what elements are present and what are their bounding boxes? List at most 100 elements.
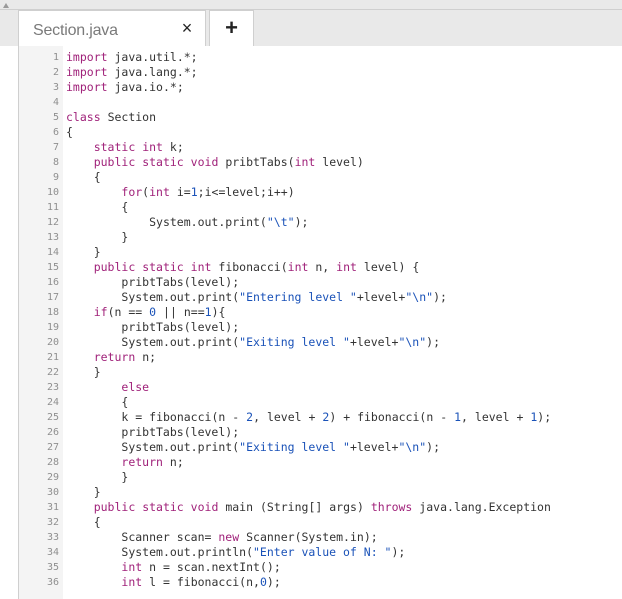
code-line[interactable]: 5 class Section (19, 110, 622, 125)
line-number: 11 (46, 202, 59, 213)
code-line-text: int l = fibonacci(n,0); (121, 575, 281, 589)
code-line[interactable]: 8 public static void pribtTabs(int level… (19, 155, 622, 170)
code-line-text: System.out.print("Exiting level "+level+… (121, 440, 440, 454)
line-number: 16 (46, 277, 59, 288)
code-line[interactable]: 13 } (19, 230, 622, 245)
code-line-text: import java.io.*; (66, 80, 184, 94)
code-line[interactable]: 1 import java.util.*; (19, 50, 622, 65)
code-line-text: { (93, 515, 101, 529)
code-line-text: public static void pribtTabs(int level) (93, 155, 364, 169)
line-number: 21 (46, 352, 59, 363)
line-number: 4 (52, 97, 59, 108)
code-line[interactable]: 21 return n; (19, 350, 622, 365)
code-line[interactable]: 33 Scanner scan= new Scanner(System.in); (19, 530, 622, 545)
code-line-text: public static void main (String[] args) … (93, 500, 551, 514)
line-number: 29 (46, 472, 59, 483)
code-line-text: { (66, 125, 73, 139)
line-number: 5 (52, 112, 59, 123)
line-number: 12 (46, 217, 59, 228)
code-line-text: Scanner scan= new Scanner(System.in); (121, 530, 378, 544)
line-number: 2 (52, 67, 59, 78)
tab-section-java[interactable]: Section.java × (18, 10, 206, 46)
line-number: 1 (52, 52, 59, 63)
line-number: 7 (52, 142, 59, 153)
line-number: 28 (46, 457, 59, 468)
tab-bar: Section.java × + (0, 0, 622, 46)
code-line[interactable]: 17 System.out.print("Entering level "+le… (19, 290, 622, 305)
code-line[interactable]: 24 { (19, 395, 622, 410)
code-line-text: System.out.print("\t"); (149, 215, 309, 229)
code-line[interactable]: 12 System.out.print("\t"); (19, 215, 622, 230)
line-number: 27 (46, 442, 59, 453)
line-number: 22 (46, 367, 59, 378)
code-line[interactable]: 7 static int k; (19, 140, 622, 155)
code-line[interactable]: 28 return n; (19, 455, 622, 470)
code-editor[interactable]: 1 import java.util.*; 2 import java.lang.*;… (18, 46, 622, 599)
code-line[interactable]: 9 { (19, 170, 622, 185)
line-number: 31 (46, 502, 59, 513)
code-line-text: return n; (121, 455, 184, 469)
line-number: 14 (46, 247, 59, 258)
code-line[interactable]: 15 public static int fibonacci(int n, in… (19, 260, 622, 275)
line-number: 6 (52, 127, 59, 138)
code-line-text: pribtTabs(level); (121, 425, 240, 439)
code-line-text: import java.util.*; (66, 50, 198, 64)
code-lines: 1 import java.util.*; 2 import java.lang.*;… (19, 50, 622, 590)
code-line-text: import java.lang.*; (66, 65, 198, 79)
code-line[interactable]: 11 { (19, 200, 622, 215)
code-line[interactable]: 35 int n = scan.nextInt(); (19, 560, 622, 575)
code-line-text: else (121, 380, 150, 394)
line-number: 26 (46, 427, 59, 438)
new-tab-button[interactable]: + (209, 10, 254, 46)
code-line-text: pribtTabs(level); (121, 275, 240, 289)
code-line-text: } (93, 245, 101, 259)
line-number: 10 (46, 187, 59, 198)
line-number: 8 (52, 157, 59, 168)
line-number: 35 (46, 562, 59, 573)
code-line-text: { (121, 395, 129, 409)
code-line[interactable]: 18 if(n == 0 || n==1){ (19, 305, 622, 320)
code-line[interactable]: 16 pribtTabs(level); (19, 275, 622, 290)
code-line[interactable]: 29 } (19, 470, 622, 485)
line-number: 15 (46, 262, 59, 273)
code-line[interactable]: 34 System.out.println("Enter value of N:… (19, 545, 622, 560)
code-line-text: } (121, 230, 129, 244)
code-line[interactable]: 31 public static void main (String[] arg… (19, 500, 622, 515)
code-line-text: pribtTabs(level); (121, 320, 240, 334)
code-line[interactable]: 23 else (19, 380, 622, 395)
code-line[interactable]: 6{ (19, 125, 622, 140)
code-line[interactable]: 4 (19, 95, 622, 110)
code-line-text: k = fibonacci(n - 2, level + 2) + fibona… (121, 410, 552, 424)
code-line[interactable]: 25 k = fibonacci(n - 2, level + 2) + fib… (19, 410, 622, 425)
code-line[interactable]: 14 } (19, 245, 622, 260)
code-line-text: { (93, 170, 101, 184)
line-number: 30 (46, 487, 59, 498)
code-line-text: static int k; (93, 140, 184, 154)
code-line-text: class Section (66, 110, 157, 124)
corner-triangle-icon (3, 3, 9, 8)
line-number: 20 (46, 337, 59, 348)
code-line[interactable]: 32 { (19, 515, 622, 530)
code-line[interactable]: 10 for(int i=1;i<=level;i++) (19, 185, 622, 200)
line-number: 23 (46, 382, 59, 393)
code-line[interactable]: 2 import java.lang.*; (19, 65, 622, 80)
code-line[interactable]: 20 System.out.print("Exiting level "+lev… (19, 335, 622, 350)
code-line[interactable]: 19 pribtTabs(level); (19, 320, 622, 335)
code-line-text: { (121, 200, 129, 214)
code-line[interactable]: 3 import java.io.*; (19, 80, 622, 95)
line-number: 19 (46, 322, 59, 333)
code-line-text: } (93, 485, 101, 499)
line-number: 18 (46, 307, 59, 318)
code-line[interactable]: 36 int l = fibonacci(n,0); (19, 575, 622, 590)
code-line[interactable]: 30 } (19, 485, 622, 500)
line-number: 36 (46, 577, 59, 588)
close-icon[interactable]: × (179, 19, 195, 37)
code-line[interactable]: 26 pribtTabs(level); (19, 425, 622, 440)
tab-title: Section.java (33, 22, 118, 39)
line-number: 24 (46, 397, 59, 408)
line-number: 13 (46, 232, 59, 243)
line-number: 32 (46, 517, 59, 528)
line-number: 33 (46, 532, 59, 543)
code-line[interactable]: 27 System.out.print("Exiting level "+lev… (19, 440, 622, 455)
code-line[interactable]: 22 } (19, 365, 622, 380)
